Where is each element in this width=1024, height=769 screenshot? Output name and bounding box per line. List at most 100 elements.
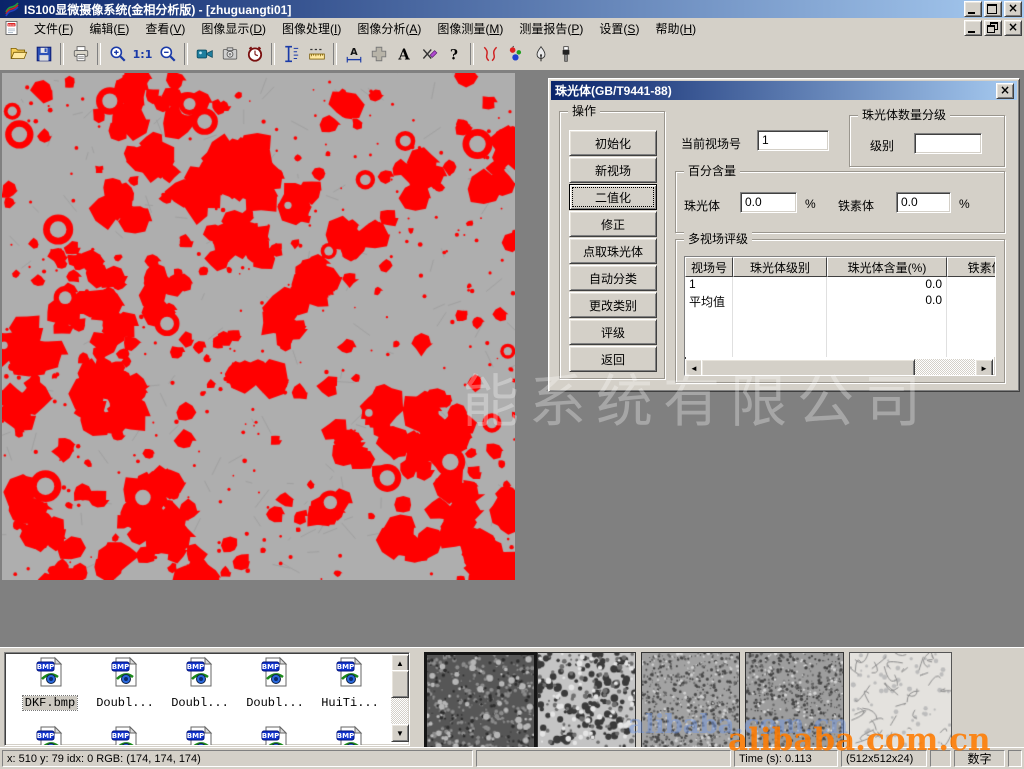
window-minimize-button[interactable] (964, 1, 982, 17)
op-button-6[interactable]: 自动分类 (569, 265, 657, 291)
caliper-icon[interactable] (279, 42, 304, 66)
file-item-4[interactable]: BMPDoubl... (238, 656, 312, 711)
measure-label-icon[interactable]: A (341, 42, 366, 66)
table-column-1[interactable]: 视场号 (685, 257, 733, 277)
file-item-5[interactable]: BMPHuiTi... (313, 656, 387, 711)
file-item-row2-2[interactable]: BMP (88, 725, 162, 746)
grid-icon[interactable] (366, 42, 391, 66)
zoom-out-icon[interactable] (155, 42, 180, 66)
file-item-row2-3[interactable]: BMP (163, 725, 237, 746)
scroll-thumb[interactable] (701, 359, 915, 376)
multi-field-group: 多视场评级 视场号珠光体级别珠光体含量(%)铁素体含量(%) 10.0平均值0.… (675, 239, 1005, 383)
table-horizontal-scrollbar[interactable] (685, 359, 993, 375)
window-title: IS100显微摄像系统(金相分析版) - [zhuguangti01] (24, 1, 291, 18)
table-column-4[interactable]: 铁素体含量(%) (947, 257, 996, 277)
op-button-7[interactable]: 更改类别 (569, 292, 657, 318)
zoom-in-icon[interactable] (105, 42, 130, 66)
document-icon[interactable]: DOC (4, 20, 20, 36)
thumbnail-4[interactable] (745, 652, 844, 748)
window-close-button[interactable] (1004, 1, 1022, 17)
menu-item-5[interactable]: 图像处理(I) (274, 18, 349, 39)
menu-item-1[interactable]: 文件(F) (26, 18, 81, 39)
svg-text:?: ? (450, 48, 458, 63)
ferrite-percent-input[interactable]: 0.0 (896, 192, 951, 213)
thumbnail-1[interactable] (424, 652, 537, 752)
pearlite-unit: % (805, 197, 816, 211)
title-bar: IS100显微摄像系统(金相分析版) - [zhuguangti01] (0, 0, 1024, 18)
menu-item-2[interactable]: 编辑(E) (81, 18, 137, 39)
timer-icon[interactable] (242, 42, 267, 66)
save-icon[interactable] (31, 42, 56, 66)
table-cell: 0.0 (827, 277, 947, 293)
dialog-title-bar[interactable]: 珠光体(GB/T9441-88) (551, 81, 1017, 100)
child-minimize-button[interactable] (964, 20, 982, 36)
video-capture-icon[interactable] (192, 42, 217, 66)
file-item-row2-1[interactable]: BMP (13, 725, 87, 746)
status-mode: 数字 (954, 750, 1005, 767)
actual-size-icon[interactable]: 1:1 (130, 42, 155, 66)
scroll-thumb[interactable] (391, 670, 409, 698)
file-item-1[interactable]: BMPDKF.bmp (13, 656, 87, 711)
print-icon[interactable] (68, 42, 93, 66)
pearlite-percent-input[interactable]: 0.0 (740, 192, 797, 213)
op-button-8[interactable]: 评级 (569, 319, 657, 345)
file-list[interactable]: BMPBMPBMPBMPBMPBMPHuiTi...BMPDoubl...BMP… (4, 652, 410, 746)
table-cell (733, 293, 827, 309)
scroll-down-button[interactable] (391, 724, 409, 742)
thumbnail-2[interactable] (537, 652, 636, 748)
op-button-1[interactable]: 初始化 (569, 130, 657, 156)
percent-group: 百分含量 珠光体 0.0 % 铁素体 0.0 % (675, 171, 1005, 233)
file-item-2[interactable]: BMPDoubl... (88, 656, 162, 711)
file-list-scrollbar[interactable] (391, 654, 408, 742)
operation-group-legend: 操作 (568, 104, 600, 118)
current-field-input[interactable]: 1 (757, 130, 829, 151)
menu-item-6[interactable]: 图像分析(A) (349, 18, 429, 39)
menu-item-7[interactable]: 图像测量(M) (429, 18, 511, 39)
menu-item-4[interactable]: 图像显示(D) (193, 18, 274, 39)
menu-item-9[interactable]: 设置(S) (591, 18, 647, 39)
status-coordinates: x: 510 y: 79 idx: 0 RGB: (174, 174, 174) (2, 750, 473, 767)
rating-table-body[interactable]: 10.0平均值0.0 (685, 277, 995, 357)
op-button-5[interactable]: 点取珠光体 (569, 238, 657, 264)
op-button-2[interactable]: 新视场 (569, 157, 657, 183)
pearlite-label: 珠光体 (684, 197, 720, 214)
thumbnail-5[interactable] (849, 652, 952, 748)
table-column-3[interactable]: 珠光体含量(%) (827, 257, 947, 277)
dialog-close-button[interactable] (996, 83, 1014, 99)
svg-text:DOC: DOC (8, 23, 15, 27)
op-button-9[interactable]: 返回 (569, 346, 657, 372)
scroll-right-button[interactable] (975, 359, 993, 376)
edit-marks-icon[interactable] (416, 42, 441, 66)
ruler-icon[interactable] (304, 42, 329, 66)
op-button-3[interactable]: 二值化 (569, 184, 657, 210)
grade-level-input[interactable] (914, 133, 982, 154)
camera-icon[interactable] (217, 42, 242, 66)
thumbnail-3[interactable] (641, 652, 740, 748)
metallographic-image-canvas[interactable] (2, 73, 515, 580)
rating-table: 视场号珠光体级别珠光体含量(%)铁素体含量(%) 10.0平均值0.0 (684, 256, 996, 376)
menu-item-10[interactable]: 帮助(H) (647, 18, 704, 39)
file-item-row2-5[interactable]: BMP (313, 725, 387, 746)
operation-group: 操作 初始化新视场二值化修正点取珠光体自动分类更改类别评级返回 (559, 111, 665, 379)
open-file-icon[interactable] (6, 42, 31, 66)
child-restore-button[interactable] (984, 20, 1002, 36)
spline-curve-icon[interactable] (478, 42, 503, 66)
svg-text:BMP: BMP (337, 732, 354, 740)
child-close-button[interactable] (1004, 20, 1022, 36)
particle-classify-icon[interactable] (503, 42, 528, 66)
file-item-3[interactable]: BMPDoubl... (163, 656, 237, 711)
menu-item-3[interactable]: 查看(V) (137, 18, 193, 39)
ferrite-label: 铁素体 (838, 197, 874, 214)
status-empty-panel (476, 750, 731, 767)
op-button-4[interactable]: 修正 (569, 211, 657, 237)
file-item-row2-4[interactable]: BMP (238, 725, 312, 746)
help-icon[interactable]: ? (441, 42, 466, 66)
pen-icon[interactable] (528, 42, 553, 66)
table-cell: 平均值 (685, 293, 733, 309)
brush-icon[interactable] (553, 42, 578, 66)
text-annotation-icon[interactable]: A (391, 42, 416, 66)
window-maximize-button[interactable] (984, 1, 1002, 17)
table-column-2[interactable]: 珠光体级别 (733, 257, 827, 277)
menu-item-8[interactable]: 测量报告(P) (511, 18, 591, 39)
table-cell: 1 (685, 277, 733, 293)
